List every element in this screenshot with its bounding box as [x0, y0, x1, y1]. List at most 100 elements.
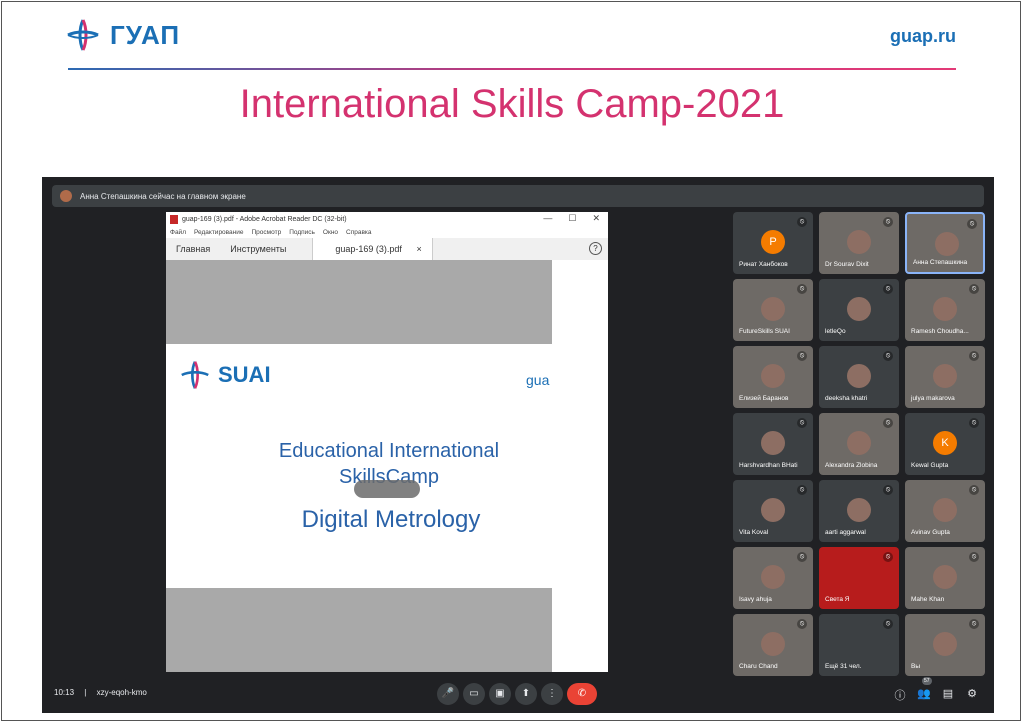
participant-tile[interactable]: ⦸ Dr Sourav Dixit: [819, 212, 899, 274]
doc-tab-close-icon[interactable]: ×: [416, 244, 421, 254]
pdf-gap-bottom: [166, 588, 552, 672]
pdf-viewport[interactable]: SUAI gua Educational International Skill…: [166, 260, 608, 672]
menu-help[interactable]: Справка: [346, 229, 372, 236]
doc-tab-label: guap-169 (3).pdf: [335, 244, 402, 254]
menu-view[interactable]: Просмотр: [252, 229, 282, 236]
mic-muted-icon: ⦸: [883, 418, 893, 428]
present-button[interactable]: ⬆: [515, 683, 537, 705]
participant-tile[interactable]: P ⦸ Ринат Ханбоков: [733, 212, 813, 274]
participant-name: FutureSkills SUAI: [739, 328, 790, 335]
mic-muted-icon: ⦸: [797, 351, 807, 361]
participant-name: julya makarova: [911, 395, 955, 402]
participant-tile[interactable]: ⦸ Анна Степашкина: [905, 212, 985, 274]
suai-emblem-icon: [181, 361, 209, 389]
meeting-code: xzy-eqoh-kmo: [96, 688, 147, 697]
close-button[interactable]: ✕: [592, 213, 600, 224]
participant-name: Света Я: [825, 596, 850, 603]
header-divider: [68, 68, 956, 70]
mic-muted-icon: ⦸: [883, 619, 893, 629]
guap-logo: ГУАП: [66, 18, 180, 52]
minimize-button[interactable]: —: [543, 213, 552, 224]
people-icon[interactable]: 👥: [916, 687, 932, 700]
participant-name: Анна Степашкина: [913, 259, 968, 266]
time-text: 10:13: [54, 688, 75, 697]
participant-tile[interactable]: ⦸ Charu Chand: [733, 614, 813, 676]
info-icon[interactable]: ⓘ: [892, 687, 908, 703]
participant-photo: [761, 632, 785, 656]
mic-muted-icon: ⦸: [969, 284, 979, 294]
guap-emblem-icon: [67, 19, 99, 51]
more-options-button[interactable]: ⋮: [541, 683, 563, 705]
menu-edit[interactable]: Редактирование: [194, 229, 244, 236]
page-title: International Skills Camp-2021: [239, 82, 785, 126]
camera-button[interactable]: ▭: [463, 683, 485, 705]
participant-tile[interactable]: ⦸ Isavy ahuja: [733, 547, 813, 609]
menu-file[interactable]: Файл: [170, 229, 186, 236]
participant-tile[interactable]: ⦸ Harshvardhan BHati: [733, 413, 813, 475]
participant-name: aarti aggarwal: [825, 529, 866, 536]
participant-name: Harshvardhan BHati: [739, 462, 798, 469]
menu-sign[interactable]: Подпись: [289, 229, 315, 236]
tab-tools[interactable]: Инструменты: [220, 238, 296, 260]
participant-photo: [847, 364, 871, 388]
pdf-gap-top: [166, 260, 552, 344]
mic-muted-icon: ⦸: [797, 217, 807, 227]
participant-name: Isavy ahuja: [739, 596, 772, 603]
mic-muted-icon: ⦸: [967, 219, 977, 229]
participant-photo: [761, 364, 785, 388]
maximize-button[interactable]: ☐: [568, 213, 576, 224]
mic-muted-icon: ⦸: [969, 552, 979, 562]
participant-name: Dr Sourav Dixit: [825, 261, 869, 268]
participant-tile[interactable]: ⦸ Ещё 31 чел.: [819, 614, 899, 676]
participant-photo: [761, 297, 785, 321]
mic-muted-icon: ⦸: [969, 418, 979, 428]
participant-name: Вы: [911, 663, 921, 670]
participant-tile[interactable]: K ⦸ Kewal Gupta: [905, 413, 985, 475]
participant-tile[interactable]: ⦸ letleQo: [819, 279, 899, 341]
menu-window[interactable]: Окно: [323, 229, 338, 236]
meeting-time: 10:13 | xzy-eqoh-kmo: [54, 688, 147, 697]
participant-tile[interactable]: ⦸ aarti aggarwal: [819, 480, 899, 542]
participant-tile[interactable]: ⦸ Вы: [905, 614, 985, 676]
participant-tile[interactable]: ⦸ Alexandra Zlobina: [819, 413, 899, 475]
participant-initial: K: [933, 431, 957, 455]
mic-muted-icon: ⦸: [969, 351, 979, 361]
tab-home[interactable]: Главная: [166, 238, 220, 260]
participant-photo: [761, 565, 785, 589]
participant-tile[interactable]: ⦸ Avinav Gupta: [905, 480, 985, 542]
participant-photo: [847, 431, 871, 455]
participant-tile[interactable]: ⦸ Ramesh Choudha...: [905, 279, 985, 341]
mic-muted-icon: ⦸: [883, 284, 893, 294]
participant-name: Vita Koval: [739, 529, 769, 536]
help-icon[interactable]: ?: [589, 242, 602, 255]
activities-icon[interactable]: ⚙: [964, 687, 980, 700]
meet-bottom-bar: 10:13 | xzy-eqoh-kmo 🎤 ▭ ▣ ⬆ ⋮ ✆ ⓘ 👥 57 …: [42, 677, 994, 713]
chat-icon[interactable]: ▤: [940, 687, 956, 700]
participant-name: Mahe Khan: [911, 596, 945, 603]
participant-tile[interactable]: ⦸ Mahe Khan: [905, 547, 985, 609]
participant-name: Ринат Ханбоков: [739, 261, 788, 268]
participant-name: Елизей Баранов: [739, 395, 789, 402]
participant-tile[interactable]: ⦸ julya makarova: [905, 346, 985, 408]
floating-toolbar[interactable]: [354, 480, 420, 498]
mic-button[interactable]: 🎤: [437, 683, 459, 705]
site-link[interactable]: guap.ru: [890, 26, 956, 47]
captions-button[interactable]: ▣: [489, 683, 511, 705]
participant-name: Avinav Gupta: [911, 529, 950, 536]
participant-name: Ещё 31 чел.: [825, 663, 862, 670]
participant-tile[interactable]: ⦸ Елизей Баранов: [733, 346, 813, 408]
acrobat-window-title: guap-169 (3).pdf - Adobe Acrobat Reader …: [182, 215, 347, 223]
mic-muted-icon: ⦸: [797, 619, 807, 629]
participant-photo: [933, 297, 957, 321]
tab-document[interactable]: guap-169 (3).pdf ×: [312, 238, 433, 260]
participant-tile[interactable]: ⦸ Vita Koval: [733, 480, 813, 542]
pdf-slide: SUAI gua Educational International Skill…: [166, 344, 552, 588]
participant-tile[interactable]: ⦸ Света Я: [819, 547, 899, 609]
end-call-button[interactable]: ✆: [567, 683, 597, 705]
logo-text: ГУАП: [110, 19, 181, 50]
participant-tile[interactable]: ⦸ FutureSkills SUAI: [733, 279, 813, 341]
participant-name: Alexandra Zlobina: [825, 462, 878, 469]
participant-photo: [847, 498, 871, 522]
participant-tile[interactable]: ⦸ deeksha khatri: [819, 346, 899, 408]
participant-photo: [933, 565, 957, 589]
